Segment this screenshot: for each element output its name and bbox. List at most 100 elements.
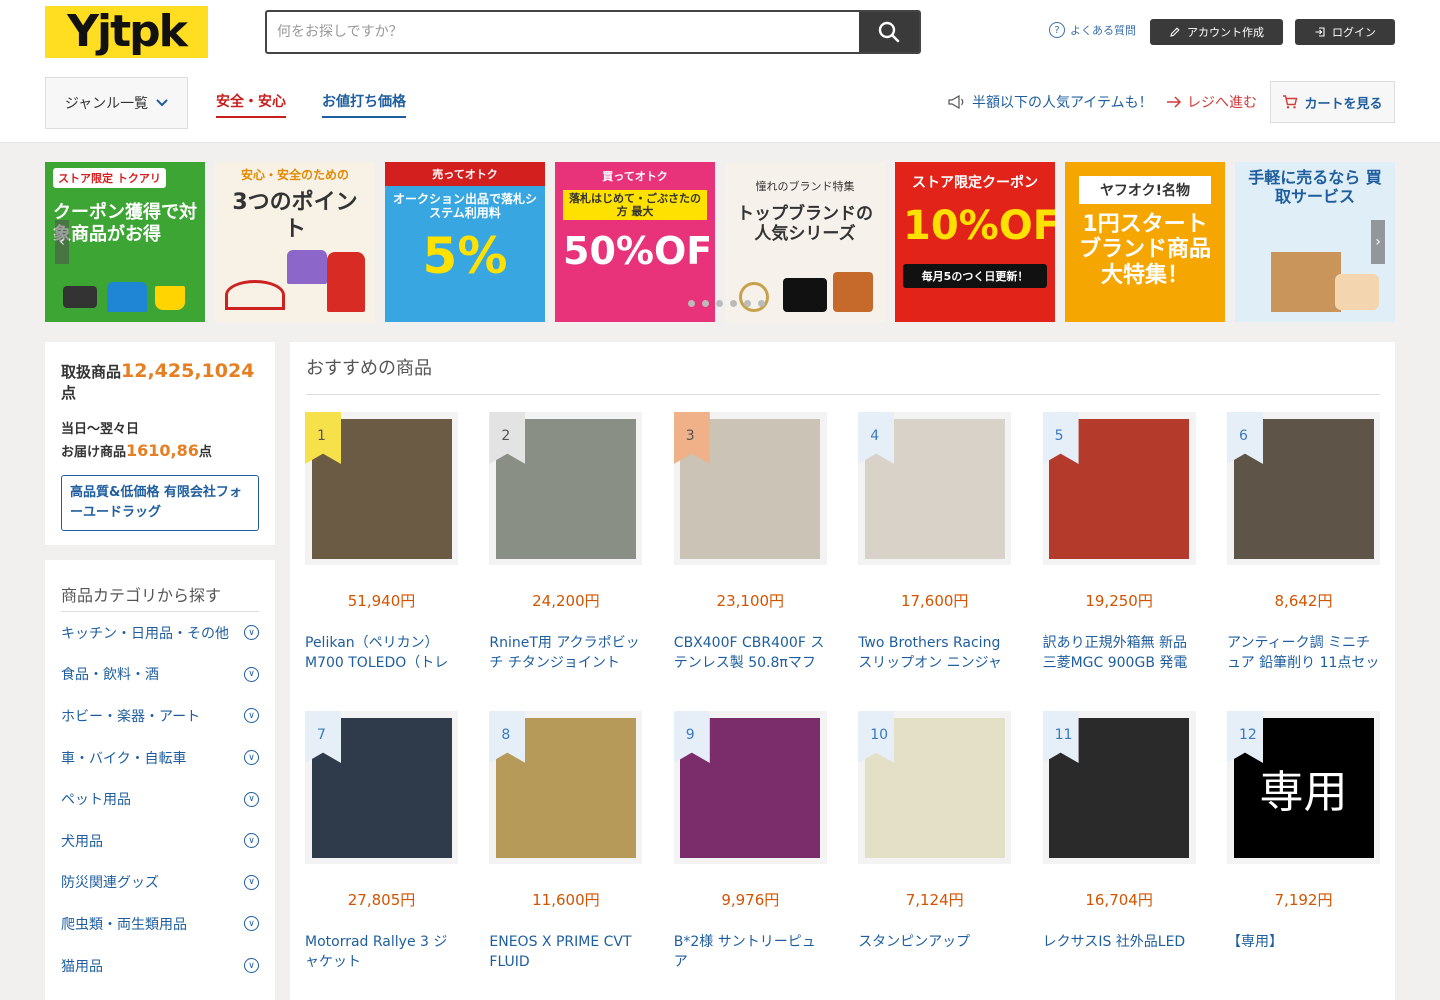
product-title[interactable]: レクサスIS 社外品LED xyxy=(1043,932,1196,952)
category-item[interactable]: 食品・飲料・酒 ∨ xyxy=(61,654,259,696)
search-input[interactable] xyxy=(267,12,859,52)
product-thumbnail[interactable]: 8 xyxy=(489,711,643,864)
product-title[interactable]: RnineT用 アクラポビッチ チタンジョイント xyxy=(489,633,642,673)
product-card[interactable]: 6 8,642円アンティーク調 ミニチュア 鉛筆削り 11点セット xyxy=(1227,412,1380,673)
banner-item[interactable]: ストア限定 トクアリ クーポン獲得で対象商品がお得 xyxy=(45,162,205,322)
stats-panel: 取扱商品12,425,1024点 当日〜翌々日 お届け商品1610,86点 高品… xyxy=(45,342,275,545)
product-card[interactable]: 11 16,704円 レクサスIS 社外品LED xyxy=(1042,711,1196,952)
product-thumbnail[interactable]: 9 xyxy=(673,711,827,864)
banner-next-button[interactable]: › xyxy=(1371,220,1385,264)
product-card[interactable]: 9 9,976円 B*2様 サントリーピュア xyxy=(673,711,827,972)
pagination-dot[interactable] xyxy=(688,300,695,307)
product-thumbnail[interactable]: 11 xyxy=(1042,711,1196,864)
product-title[interactable]: スタンピンアップ xyxy=(858,932,1011,952)
product-card[interactable]: 7 27,805円 Motorrad Rallye 3 ジャケット xyxy=(305,711,458,972)
watch-icon xyxy=(739,282,769,312)
product-image-text: 専用 xyxy=(1259,766,1348,818)
megaphone-icon xyxy=(948,95,964,109)
product-title[interactable]: B*2様 サントリーピュア xyxy=(674,932,827,972)
promo-link[interactable]: 半額以下の人気アイテムも！ xyxy=(948,92,1153,112)
category-item[interactable]: 犬用品 ∨ xyxy=(61,820,259,862)
top-header: Yjtpk ? よくある質問 アカウント作成 ログイン ジャンル一覧 安全 xyxy=(0,0,1440,143)
product-price: 17,600円 xyxy=(900,592,969,610)
product-price: 24,200円 xyxy=(532,592,600,610)
chevron-down-icon: ∨ xyxy=(244,916,259,932)
product-thumbnail[interactable]: 6 xyxy=(1227,412,1380,565)
product-card[interactable]: 2 24,200円 RnineT用 アクラポビッチ チタンジョイント xyxy=(489,412,643,673)
delivery-value: 1610,86 xyxy=(126,441,199,460)
product-price: 8,642円 xyxy=(1274,592,1333,610)
bag-icon xyxy=(107,282,147,312)
product-title[interactable]: ENEOS X PRIME CVT FLUID xyxy=(489,932,642,972)
product-card[interactable]: 3 23,100円 CBX400F CBR400F ステンレス製 50.8πマフラー xyxy=(673,412,827,673)
category-item[interactable]: キッチン・日用品・その他 ∨ xyxy=(61,612,259,654)
category-item[interactable]: 猫用品 ∨ xyxy=(61,945,259,987)
shop-link[interactable]: 高品質&低価格 有限会社フォーユードラッグ xyxy=(61,475,259,531)
banner-mid-text: クーポン獲得で対象商品がお得 xyxy=(53,202,197,245)
tab-deal[interactable]: お値打ち価格 xyxy=(322,91,406,118)
product-thumbnail[interactable]: 1 xyxy=(305,412,458,565)
category-item[interactable]: 車・バイク・自転車 ∨ xyxy=(61,737,259,779)
product-title[interactable]: Motorrad Rallye 3 ジャケット xyxy=(305,932,458,972)
banner-item[interactable]: ヤフオク!名物 1円スタート ブランド商品大特集！ xyxy=(1065,162,1225,322)
product-thumbnail[interactable]: 4 xyxy=(858,412,1012,565)
product-card[interactable]: 1 51,940円 Pelikan（ペリカン）M700 TOLEDO（トレド） xyxy=(305,412,458,673)
product-thumbnail[interactable]: 専用 12 xyxy=(1227,711,1380,864)
product-title[interactable]: Two Brothers Racing スリップオン ニンジャ xyxy=(858,633,1011,673)
chevron-down-icon: ∨ xyxy=(244,625,259,641)
pagination-dot[interactable] xyxy=(744,300,751,307)
product-thumbnail[interactable]: 10 xyxy=(858,711,1012,864)
product-title[interactable]: Pelikan（ペリカン）M700 TOLEDO（トレド） xyxy=(305,633,458,673)
product-title[interactable]: CBX400F CBR400F ステンレス製 50.8πマフラー xyxy=(674,633,827,673)
category-item[interactable]: 防災関連グッズ ∨ xyxy=(61,862,259,904)
category-label: 防災関連グッズ xyxy=(61,875,159,892)
bag-icon xyxy=(1335,274,1379,310)
product-title[interactable]: アンティーク調 ミニチュア 鉛筆削り 11点セット xyxy=(1227,633,1380,673)
pagination-dot[interactable] xyxy=(758,300,765,307)
login-button[interactable]: ログイン xyxy=(1295,19,1395,45)
category-item[interactable]: ホビー・楽器・アート ∨ xyxy=(61,695,259,737)
banner-item[interactable]: 安心・安全のための 3つのポイント xyxy=(215,162,375,322)
chevron-down-icon: ∨ xyxy=(244,708,259,724)
register-link[interactable]: レジへ進む xyxy=(1166,92,1257,112)
cart-button[interactable]: カートを見る xyxy=(1270,81,1395,123)
banner-item[interactable]: 売ってオトク オークション出品で落札システム利用料 5% xyxy=(385,162,545,322)
banner-item[interactable]: 憧れのブランド特集 トップブランドの人気シリーズ xyxy=(725,162,885,322)
product-thumbnail[interactable]: 2 xyxy=(489,412,643,565)
product-thumbnail[interactable]: 5 xyxy=(1042,412,1196,565)
pencil-icon xyxy=(1170,27,1180,37)
pagination-dot[interactable] xyxy=(730,300,737,307)
product-thumbnail[interactable]: 7 xyxy=(305,711,458,864)
chevron-down-icon: ∨ xyxy=(244,666,259,682)
product-title[interactable]: 訳あり正規外箱無 新品 三菱MGC 900GB 発電機 xyxy=(1043,633,1196,673)
site-logo[interactable]: Yjtpk xyxy=(45,6,208,58)
banner-small-text: ヤフオク!名物 xyxy=(1079,176,1211,204)
delivery-sublabel: お届け商品 xyxy=(61,445,127,460)
category-item[interactable]: 爬虫類・両生類用品 ∨ xyxy=(61,903,259,945)
product-title[interactable]: 【専用】 xyxy=(1227,932,1380,952)
banner-small-text: ストア限定クーポン xyxy=(912,175,1038,191)
search-button[interactable] xyxy=(859,12,919,52)
pagination-dot[interactable] xyxy=(702,300,709,307)
product-price: 23,100円 xyxy=(716,592,785,610)
tab-safe[interactable]: 安全・安心 xyxy=(216,91,286,118)
recommend-panel: おすすめの商品 1 51,940円 Pelikan（ペリカン）M700 TOLEDO… xyxy=(290,342,1395,1000)
product-thumbnail[interactable]: 3 xyxy=(673,412,827,565)
create-account-button[interactable]: アカウント作成 xyxy=(1150,19,1283,45)
category-item[interactable]: ペット用品 ∨ xyxy=(61,778,259,820)
product-card[interactable]: 専用 12 7,192円 【専用】 xyxy=(1227,711,1380,952)
faq-link[interactable]: ? よくある質問 xyxy=(1049,22,1136,38)
banner-prev-button[interactable]: ‹ xyxy=(55,220,69,264)
genre-dropdown[interactable]: ジャンル一覧 xyxy=(45,77,188,129)
banner-item[interactable]: ストア限定クーポン 10%OFF 毎月5のつく日更新！ xyxy=(895,162,1055,322)
banner-item[interactable]: 買ってオトク 落札はじめて・ごぶさたの方 最大 50%OFF xyxy=(555,162,715,322)
banner-mid-text: オークション出品で落札システム利用料 xyxy=(393,192,538,221)
product-card[interactable]: 10 7,124円 スタンピンアップ xyxy=(858,711,1012,952)
promo-label: 半額以下の人気アイテムも！ xyxy=(972,95,1153,111)
product-card[interactable]: 5 19,250円訳あり正規外箱無 新品 三菱MGC 900GB 発電機 xyxy=(1042,412,1196,673)
product-card[interactable]: 8 11,600円 ENEOS X PRIME CVT FLUID xyxy=(489,711,643,972)
pagination-dot[interactable] xyxy=(716,300,723,307)
recommend-heading: おすすめの商品 xyxy=(306,354,1380,395)
product-card[interactable]: 4 17,600円 Two Brothers Racing スリップオン ニンジャ xyxy=(858,412,1012,673)
category-label: 猫用品 xyxy=(61,958,103,975)
